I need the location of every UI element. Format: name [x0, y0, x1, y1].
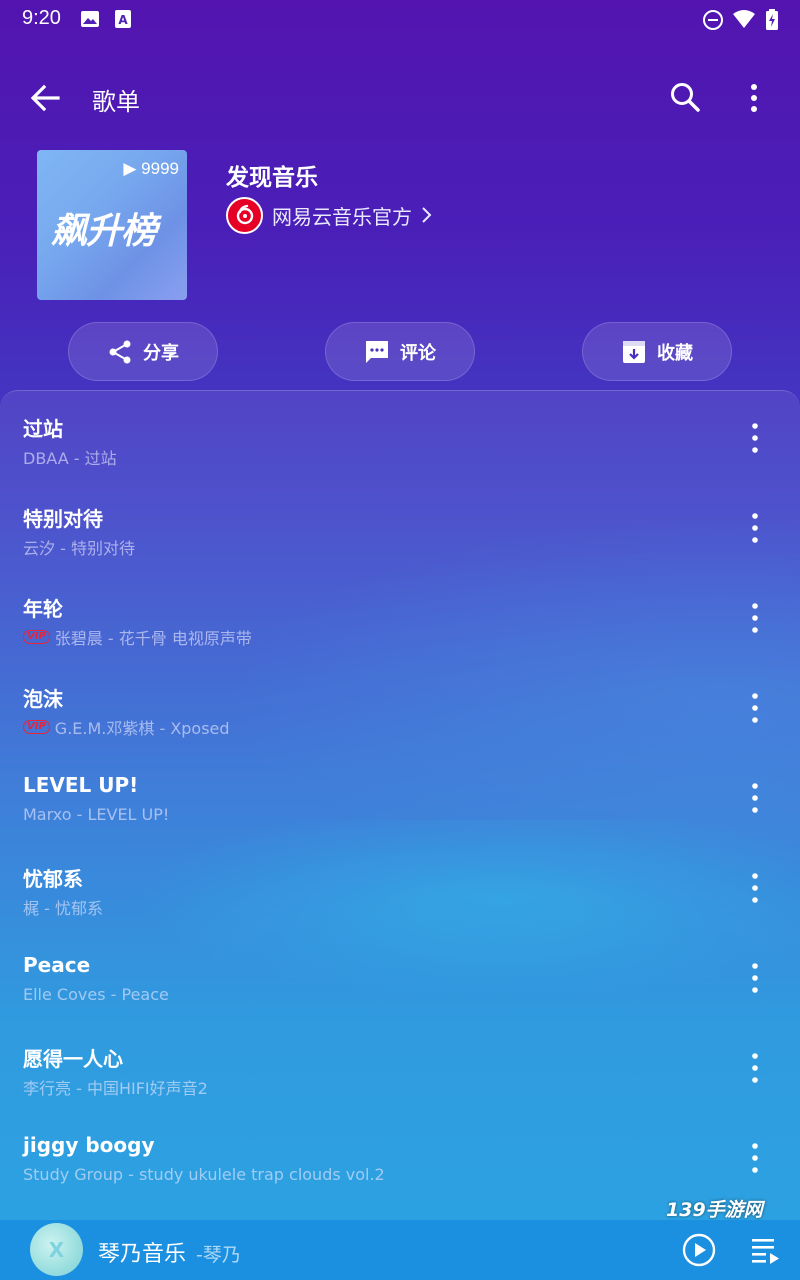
- song-more-icon[interactable]: [740, 415, 770, 461]
- more-vert-icon[interactable]: [736, 76, 772, 120]
- song-title: 泡沫: [23, 687, 63, 711]
- creator-link[interactable]: 网易云音乐官方: [226, 196, 432, 234]
- song-row[interactable]: 过站 DBAA - 过站: [0, 393, 800, 483]
- page-title: 歌单: [92, 88, 140, 116]
- song-more-icon[interactable]: [740, 595, 770, 641]
- player-artist: -琴乃: [196, 1244, 241, 1266]
- collect-label: 收藏: [657, 342, 693, 364]
- watermark: 139手游网: [666, 1199, 763, 1221]
- song-more-icon[interactable]: [740, 1045, 770, 1091]
- song-row[interactable]: 忧郁系 梶 - 忧郁系: [0, 843, 800, 933]
- playlist-queue-icon[interactable]: [750, 1235, 780, 1265]
- song-more-icon[interactable]: [740, 685, 770, 731]
- song-row[interactable]: jiggy boogy Study Group - study ukulele …: [0, 1113, 800, 1203]
- netease-logo-icon: [226, 196, 263, 234]
- song-subtitle: 云汐 - 特别对待: [23, 539, 135, 558]
- vip-badge: VIP: [23, 720, 50, 734]
- song-more-icon[interactable]: [740, 505, 770, 551]
- song-row[interactable]: 愿得一人心 李行亮 - 中国HIFI好声音2: [0, 1023, 800, 1113]
- song-subtitle: Study Group - study ukulele trap clouds …: [23, 1165, 385, 1184]
- text-icon: A: [115, 10, 131, 28]
- song-more-icon[interactable]: [740, 955, 770, 1001]
- song-title: Peace: [23, 953, 91, 977]
- share-label: 分享: [143, 342, 179, 364]
- comment-button[interactable]: 评论: [325, 322, 475, 381]
- song-title: 过站: [23, 417, 63, 441]
- status-time: 9:20: [22, 7, 61, 29]
- song-subtitle: Marxo - LEVEL UP!: [23, 805, 170, 824]
- song-row[interactable]: 年轮 VIP 张碧晨 - 花千骨 电视原声带: [0, 573, 800, 663]
- song-row[interactable]: 特别对待 云汐 - 特别对待: [0, 483, 800, 573]
- play-icon[interactable]: [682, 1233, 716, 1267]
- song-more-icon[interactable]: [740, 775, 770, 821]
- dnd-icon: [703, 10, 723, 30]
- song-title: 忧郁系: [23, 867, 83, 891]
- battery-icon: [766, 9, 778, 30]
- status-bar: 9:20 A: [0, 0, 800, 38]
- song-subtitle-text: 张碧晨 - 花千骨 电视原声带: [54, 629, 252, 648]
- cover-title: 飙升榜: [51, 211, 157, 252]
- search-icon[interactable]: [664, 76, 708, 120]
- play-count: ▶ 9999: [123, 159, 179, 178]
- image-icon: [81, 11, 99, 27]
- share-button[interactable]: 分享: [68, 322, 218, 381]
- song-row[interactable]: Peace Elle Coves - Peace: [0, 933, 800, 1023]
- song-more-icon[interactable]: [740, 1135, 770, 1181]
- mini-player[interactable]: X 琴乃音乐 -琴乃: [0, 1220, 800, 1280]
- playlist-name: 发现音乐: [226, 165, 318, 191]
- song-subtitle: 梶 - 忧郁系: [23, 899, 103, 918]
- song-subtitle: 李行亮 - 中国HIFI好声音2: [23, 1079, 208, 1098]
- song-row[interactable]: LEVEL UP! Marxo - LEVEL UP!: [0, 753, 800, 843]
- song-subtitle: Elle Coves - Peace: [23, 985, 169, 1004]
- song-subtitle: VIP 张碧晨 - 花千骨 电视原声带: [23, 625, 252, 649]
- playlist-cover[interactable]: ▶ 9999 飙升榜: [37, 150, 187, 300]
- song-title: 特别对待: [23, 507, 103, 531]
- app-bar: 歌单: [0, 60, 800, 136]
- vip-badge: VIP: [23, 630, 50, 644]
- song-title: LEVEL UP!: [23, 773, 139, 797]
- song-subtitle: VIP G.E.M.邓紫棋 - Xposed: [23, 715, 230, 739]
- collect-icon: [623, 340, 645, 363]
- chevron-right-icon: [422, 207, 432, 223]
- svg-text:A: A: [118, 13, 128, 27]
- song-more-icon[interactable]: [740, 865, 770, 911]
- collect-button[interactable]: 收藏: [582, 322, 732, 381]
- song-title: 年轮: [23, 597, 63, 621]
- wifi-icon: [733, 10, 755, 28]
- comment-label: 评论: [400, 342, 436, 364]
- player-album-art[interactable]: X: [30, 1223, 83, 1276]
- comment-icon: [366, 340, 388, 363]
- creator-name: 网易云音乐官方: [272, 204, 412, 229]
- share-icon: [109, 340, 131, 363]
- play-count-value: 9999: [141, 159, 179, 178]
- song-row[interactable]: 泡沫 VIP G.E.M.邓紫棋 - Xposed: [0, 663, 800, 753]
- player-song-title: 琴乃音乐: [98, 1242, 187, 1267]
- song-subtitle: DBAA - 过站: [23, 449, 117, 468]
- song-title: 愿得一人心: [23, 1047, 123, 1071]
- back-arrow-icon[interactable]: [24, 78, 68, 118]
- song-subtitle-text: G.E.M.邓紫棋 - Xposed: [54, 719, 230, 738]
- song-title: jiggy boogy: [23, 1133, 155, 1157]
